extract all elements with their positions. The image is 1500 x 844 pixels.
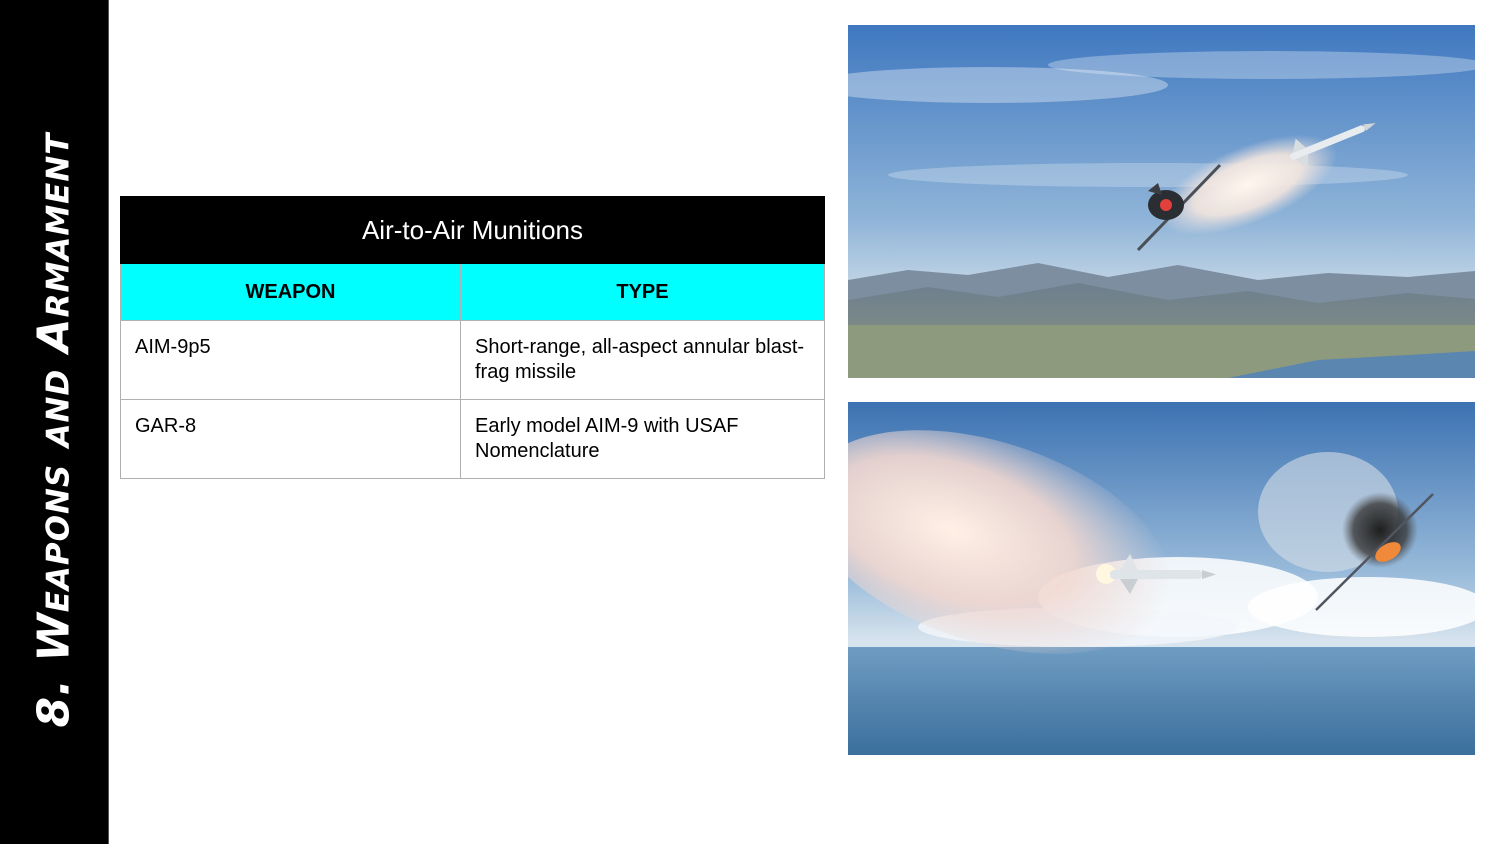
column-header-weapon: WEAPON [120,263,461,321]
table-title: Air-to-Air Munitions [120,196,825,264]
missile-pursuit-photo [848,25,1475,378]
column-header-type: TYPE [460,263,825,321]
type-cell: Short-range, all-aspect annular blast-fr… [460,320,825,400]
munitions-table: Air-to-Air Munitions WEAPON TYPE AIM-9p5… [120,196,825,479]
section-title: 8. Weapons and Armament [28,132,80,728]
sidebar: 8. Weapons and Armament [0,0,109,844]
weapon-cell: AIM-9p5 [120,320,461,400]
table-row: AIM-9p5 Short-range, all-aspect annular … [120,320,825,400]
type-cell: Early model AIM-9 with USAF Nomenclature [460,399,825,479]
weapon-cell: GAR-8 [120,399,461,479]
missile-impact-photo [848,402,1475,755]
table-row: GAR-8 Early model AIM-9 with USAF Nomenc… [120,399,825,479]
